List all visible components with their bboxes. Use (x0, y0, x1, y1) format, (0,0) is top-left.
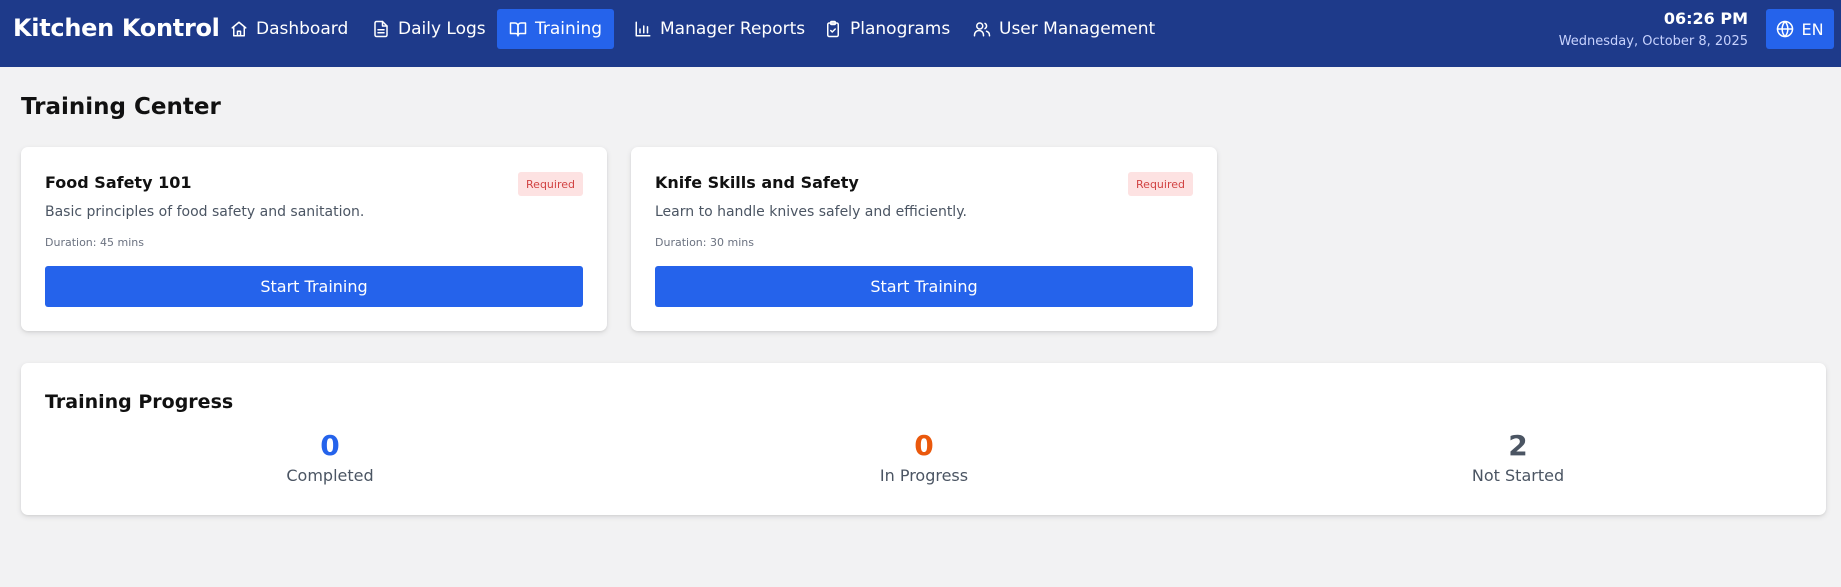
page-title: Training Center (21, 94, 221, 120)
course-duration: Duration: 30 mins (655, 236, 754, 249)
required-badge: Required (1128, 172, 1193, 196)
nav-user-management[interactable]: User Management (961, 9, 1167, 49)
bar-chart-icon (635, 21, 651, 37)
nav-manager-reports[interactable]: Manager Reports (622, 9, 817, 49)
nav-daily-logs[interactable]: Daily Logs (360, 9, 498, 49)
nav-training-label: Training (535, 19, 603, 39)
globe-icon (1777, 20, 1794, 38)
nav-planograms-label: Planograms (850, 19, 951, 39)
course-description: Learn to handle knives safely and effici… (655, 204, 967, 220)
nav-dashboard-label: Dashboard (256, 19, 349, 39)
app-brand[interactable]: Kitchen Kontrol (13, 13, 220, 43)
stat-in-progress: 0 In Progress (774, 428, 1074, 487)
clock-date: Wednesday, October 8, 2025 (1558, 34, 1748, 49)
stat-completed: 0 Completed (180, 428, 480, 487)
stat-not-started: 2 Not Started (1368, 428, 1668, 487)
clock-time: 06:26 PM (1663, 9, 1748, 28)
nav-manager-reports-label: Manager Reports (660, 19, 806, 39)
file-text-icon (374, 20, 388, 38)
nav-training[interactable]: Training (497, 9, 615, 49)
book-open-icon (509, 22, 527, 37)
nav-planograms[interactable]: Planograms (812, 9, 962, 49)
stat-not-started-value: 2 (1508, 429, 1528, 462)
course-card: Food Safety 101 Required Basic principle… (21, 147, 607, 331)
clock: 06:26 PM Wednesday, October 8, 2025 (1559, 8, 1748, 52)
start-training-button[interactable]: Start Training (45, 266, 583, 307)
stat-not-started-label: Not Started (1471, 466, 1565, 485)
course-title: Food Safety 101 (45, 173, 192, 192)
language-button[interactable]: EN (1766, 9, 1834, 49)
stat-completed-label: Completed (286, 466, 374, 485)
course-description: Basic principles of food safety and sani… (45, 204, 365, 220)
stat-in-progress-value: 0 (914, 429, 934, 462)
top-navbar: Kitchen Kontrol Dashboard Daily Logs Tra… (0, 0, 1841, 67)
clipboard-check-icon (827, 20, 839, 38)
stat-in-progress-label: In Progress (879, 466, 969, 485)
course-card: Knife Skills and Safety Required Learn t… (631, 147, 1217, 331)
start-training-button[interactable]: Start Training (655, 266, 1193, 307)
nav-dashboard[interactable]: Dashboard (218, 9, 360, 49)
course-title: Knife Skills and Safety (655, 173, 859, 192)
required-badge: Required (518, 172, 583, 196)
training-progress-title: Training Progress (45, 391, 234, 413)
training-progress-panel: Training Progress 0 Completed 0 In Progr… (21, 363, 1826, 515)
home-icon (231, 21, 247, 37)
nav-daily-logs-label: Daily Logs (398, 19, 486, 39)
course-duration: Duration: 45 mins (45, 236, 144, 249)
nav-user-management-label: User Management (999, 19, 1156, 39)
users-icon (973, 22, 991, 37)
language-label: EN (1801, 19, 1824, 39)
stat-completed-value: 0 (320, 429, 340, 462)
